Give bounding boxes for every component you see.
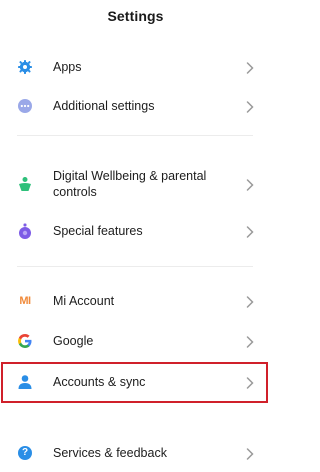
chevron-right-icon xyxy=(246,100,254,113)
settings-item-label: Digital Wellbeing & parental controls xyxy=(53,169,207,199)
more-dots-icon xyxy=(17,98,33,114)
settings-item-label: Special features xyxy=(53,224,143,238)
mi-logo-icon: MI xyxy=(19,295,31,307)
settings-item-special-features[interactable]: Special features xyxy=(0,212,271,250)
page-title: Settings xyxy=(107,8,164,24)
apps-gear-icon xyxy=(17,59,33,75)
settings-item-label: Google xyxy=(53,334,94,348)
chevron-right-icon xyxy=(246,178,254,191)
special-features-icon xyxy=(17,223,33,239)
settings-item-additional[interactable]: Additional settings xyxy=(0,87,271,125)
settings-item-apps[interactable]: Apps xyxy=(0,48,271,86)
help-question-icon: ? xyxy=(17,445,33,461)
chevron-right-icon xyxy=(246,225,254,238)
section-divider xyxy=(17,135,253,136)
settings-item-mi-account[interactable]: MI Mi Account xyxy=(0,282,271,320)
highlight-box xyxy=(1,362,268,403)
chevron-right-icon xyxy=(246,335,254,348)
settings-item-label: Additional settings xyxy=(53,99,155,113)
chevron-right-icon xyxy=(246,295,254,308)
settings-item-services-feedback[interactable]: ? Services & feedback xyxy=(0,434,271,472)
settings-item-label: Mi Account xyxy=(53,294,115,308)
settings-item-label: Services & feedback xyxy=(53,446,167,460)
chevron-right-icon xyxy=(246,61,254,74)
settings-item-google[interactable]: Google xyxy=(0,322,271,360)
settings-item-label: Apps xyxy=(53,60,82,74)
wellbeing-person-icon xyxy=(17,176,33,192)
chevron-right-icon xyxy=(246,447,254,460)
google-logo-icon xyxy=(17,333,33,349)
settings-item-wellbeing[interactable]: Digital Wellbeing & parental controls xyxy=(0,161,271,207)
section-divider xyxy=(17,266,253,267)
